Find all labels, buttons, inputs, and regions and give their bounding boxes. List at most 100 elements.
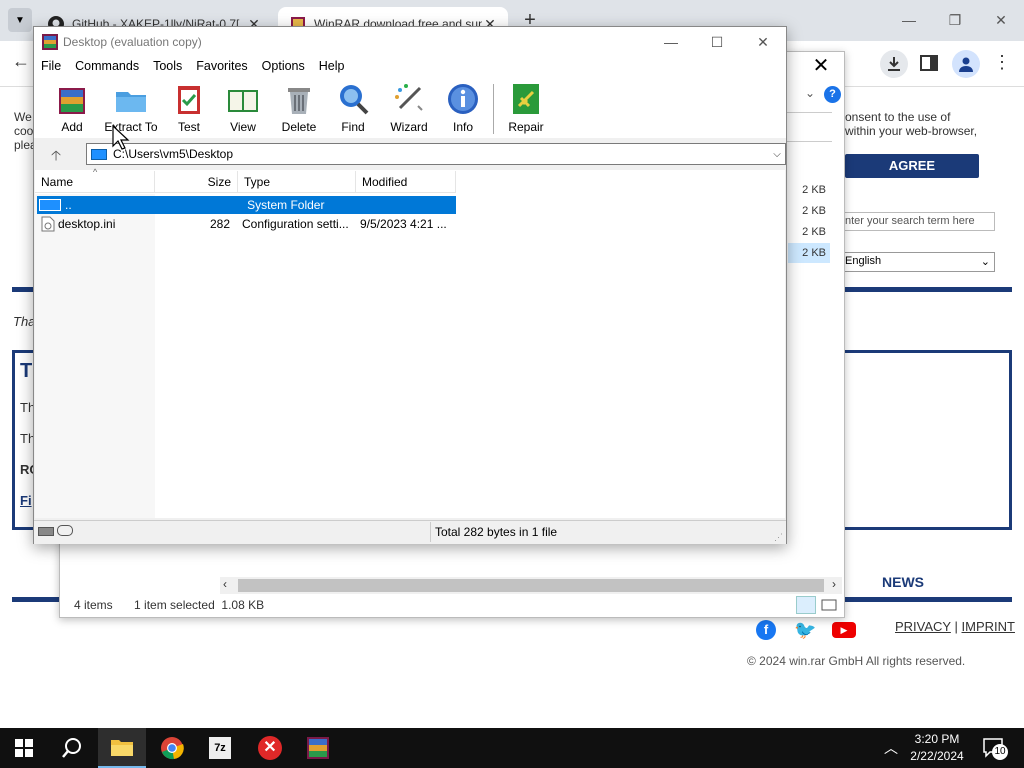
menu-commands[interactable]: Commands — [68, 57, 146, 77]
status-divider — [430, 522, 431, 542]
find-button[interactable]: Find — [325, 82, 381, 136]
file-type: System Folder — [247, 198, 325, 212]
list-item[interactable]: desktop.ini 282 Configuration setti... 9… — [37, 215, 456, 233]
view-button[interactable]: View — [215, 82, 271, 136]
explorer-close-button[interactable]: ✕ — [808, 56, 834, 78]
menu-help[interactable]: Help — [312, 57, 352, 77]
winrar-maximize-button[interactable]: ☐ — [694, 29, 740, 55]
list-header: Name Size Type Modified — [35, 171, 456, 193]
taskbar-7zip[interactable]: 7z — [196, 728, 244, 768]
menu-tools[interactable]: Tools — [146, 57, 189, 77]
resize-grip-icon[interactable]: ⋰ — [774, 532, 783, 543]
start-button[interactable] — [0, 728, 48, 768]
search-button[interactable] — [48, 728, 96, 768]
consent-text: onsent to the use of within your web-bro… — [845, 110, 978, 138]
status-text: Total 282 bytes in 1 file — [435, 525, 558, 539]
file-size: 2 KB — [802, 184, 826, 196]
info-button[interactable]: Info — [435, 82, 491, 136]
wizard-button[interactable]: Wizard — [381, 82, 437, 136]
clock[interactable]: 3:20 PM 2/22/2024 — [900, 731, 974, 765]
repair-label: Repair — [508, 120, 544, 134]
key-icon[interactable] — [57, 525, 73, 536]
agree-button[interactable]: AGREE — [845, 154, 979, 178]
menu-file[interactable]: File — [34, 57, 68, 77]
windows-icon — [15, 739, 33, 757]
download-button[interactable] — [880, 50, 908, 78]
repair-button[interactable]: Repair — [498, 82, 554, 136]
profile-button[interactable] — [952, 50, 980, 78]
twitter-icon[interactable]: 🐦 — [794, 620, 816, 640]
side-panel-icon[interactable] — [918, 52, 940, 74]
scroll-left-icon[interactable]: ‹ — [223, 577, 227, 591]
youtube-icon[interactable]: ▶ — [832, 622, 856, 638]
copyright: © 2024 win.rar GmbH All rights reserved. — [747, 654, 966, 668]
tray-chevron-icon[interactable]: ︿ — [884, 738, 898, 758]
window-title: Desktop (evaluation copy) — [63, 35, 202, 49]
taskbar-chrome[interactable] — [148, 728, 196, 768]
menu-options[interactable]: Options — [255, 57, 312, 77]
file-type: Configuration setti... — [242, 217, 349, 231]
browser-menu-icon[interactable]: ⋮ — [992, 52, 1012, 74]
winrar-icon — [42, 34, 58, 50]
details-view-icon[interactable] — [796, 596, 816, 614]
tab-search-button[interactable]: ▼ — [8, 8, 32, 32]
browser-restore-button[interactable]: ❐ — [932, 8, 978, 32]
taskbar-winrar[interactable] — [294, 728, 342, 768]
help-icon[interactable]: ? — [824, 86, 841, 103]
up-arrow-icon[interactable]: 🡡 — [46, 145, 66, 163]
browser-minimize-button[interactable]: — — [886, 8, 932, 32]
scrollbar-thumb[interactable] — [238, 579, 824, 592]
facebook-icon[interactable]: f — [756, 620, 776, 640]
status-icons — [38, 525, 74, 539]
scroll-right-icon[interactable]: › — [832, 577, 836, 591]
mouse-cursor-icon — [112, 125, 130, 150]
imprint-link[interactable]: IMPRINT — [962, 619, 1015, 634]
list-item[interactable]: .. System Folder — [37, 196, 456, 214]
language-select[interactable]: English ⌄ — [840, 252, 995, 272]
info-icon — [448, 84, 478, 114]
column-modified[interactable]: Modified — [356, 171, 456, 193]
news-heading[interactable]: NEWS — [882, 574, 924, 590]
back-button[interactable]: ← — [8, 51, 34, 77]
name-column-shade — [35, 194, 155, 518]
chevron-down-icon[interactable]: ⌵ — [769, 149, 785, 160]
large-icons-view-icon[interactable] — [820, 596, 838, 614]
toolbar-separator — [493, 84, 494, 134]
drive-status-icon[interactable] — [38, 527, 54, 536]
chevron-down-icon: ⌄ — [980, 256, 990, 268]
trash-icon — [288, 88, 310, 114]
browser-close-button[interactable]: ✕ — [978, 8, 1024, 32]
privacy-link[interactable]: PRIVACY — [895, 619, 951, 634]
add-button[interactable]: Add — [44, 82, 100, 136]
file-size: 2 KB — [788, 243, 830, 263]
delete-button[interactable]: Delete — [271, 82, 327, 136]
separator: | — [954, 619, 958, 634]
menu-favorites[interactable]: Favorites — [189, 57, 254, 77]
language-value: English — [845, 255, 882, 267]
notification-button[interactable]: 10 — [982, 736, 1008, 760]
add-label: Add — [61, 120, 83, 134]
status-bar — [34, 520, 786, 544]
winrar-minimize-button[interactable]: — — [648, 29, 694, 55]
folder-extract-icon — [116, 92, 146, 112]
clipboard-check-icon — [178, 86, 200, 114]
box-link[interactable]: Fi — [20, 493, 32, 508]
7zip-icon: 7z — [209, 737, 231, 759]
test-button[interactable]: Test — [161, 82, 217, 136]
taskbar-app-red[interactable]: ✕ — [246, 728, 294, 768]
person-icon — [959, 57, 973, 72]
site-search-input[interactable]: nter your search term here — [840, 212, 995, 231]
test-label: Test — [177, 120, 200, 134]
winrar-close-button[interactable]: ✕ — [740, 29, 786, 55]
folder-icon — [111, 740, 133, 756]
settings-file-icon — [41, 216, 55, 232]
item-count: 4 items — [74, 598, 113, 612]
footer-links: PRIVACY | IMPRINT — [895, 619, 1015, 634]
chevron-down-icon[interactable]: ⌄ — [805, 86, 815, 100]
file-size: 2 KB — [802, 205, 826, 217]
taskbar-file-explorer[interactable] — [98, 728, 146, 768]
explorer-search[interactable] — [786, 112, 832, 142]
column-size[interactable]: Size — [155, 171, 238, 193]
path-combobox[interactable]: C:\Users\vm5\Desktop ⌵ — [86, 143, 786, 165]
column-type[interactable]: Type — [238, 171, 356, 193]
